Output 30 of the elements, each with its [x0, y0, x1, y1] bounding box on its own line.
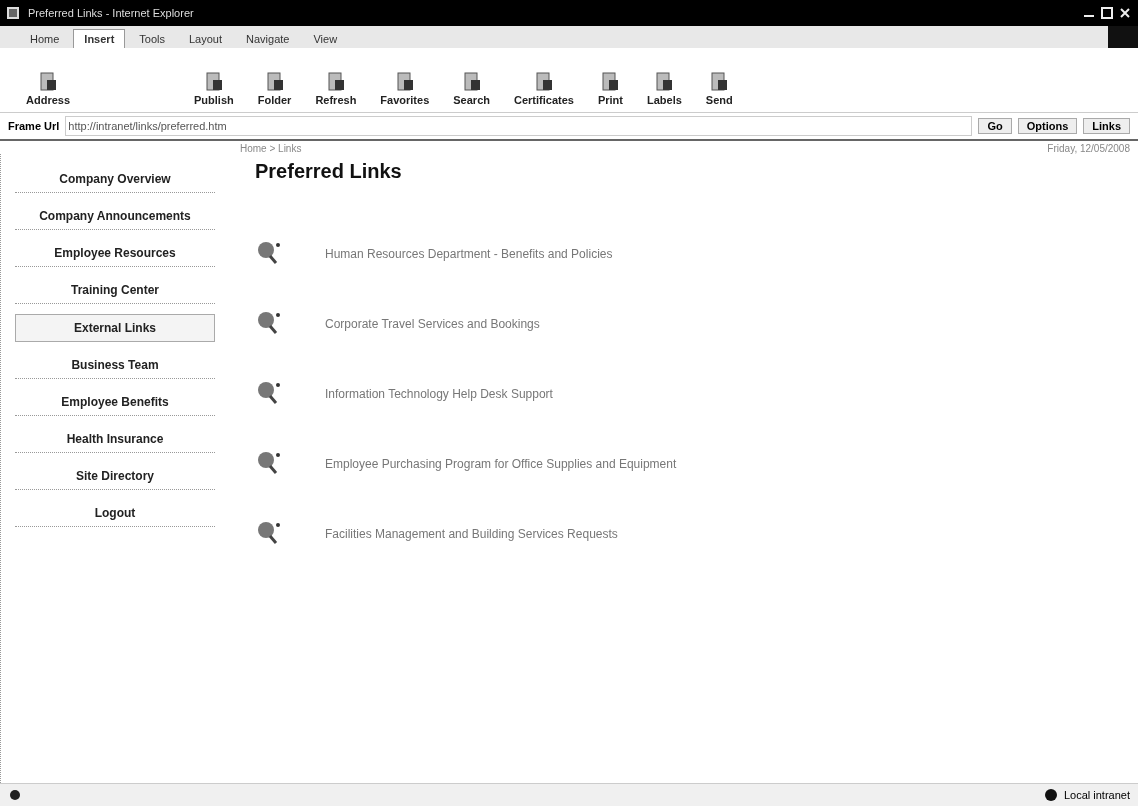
- ribbon-corner-panel: [1108, 26, 1138, 48]
- nav-link[interactable]: Training Center: [15, 277, 215, 304]
- link-text[interactable]: Facilities Management and Building Services Requests: [325, 527, 618, 541]
- nav-link[interactable]: External Links: [15, 314, 215, 342]
- toolbar-button[interactable]: Links: [1083, 118, 1130, 134]
- page-heading: Preferred Links: [255, 160, 403, 183]
- window-title: Preferred Links - Internet Explorer: [28, 7, 194, 19]
- link-text[interactable]: Corporate Travel Services and Bookings: [325, 317, 540, 331]
- date-text: Friday, 12/05/2008: [1047, 143, 1130, 154]
- address-field[interactable]: http://intranet/links/preferred.htm: [65, 116, 973, 136]
- nav-link[interactable]: Business Team: [15, 352, 215, 379]
- app-icon: [6, 6, 20, 20]
- nav-link[interactable]: Logout: [15, 500, 215, 527]
- ribbon-tab[interactable]: Insert: [73, 29, 126, 48]
- link-text[interactable]: Employee Purchasing Program for Office Supplies and Equipment: [325, 457, 677, 471]
- status-zone: Local intranet: [1063, 789, 1130, 801]
- close-icon[interactable]: [1118, 6, 1132, 20]
- nav-link[interactable]: Company Overview: [15, 166, 215, 193]
- nav-link[interactable]: Employee Benefits: [15, 389, 215, 416]
- nav-link[interactable]: Health Insurance: [15, 426, 215, 453]
- toolbar-button[interactable]: Options: [1017, 118, 1078, 134]
- link-text[interactable]: Human Resources Department - Benefits and Policies: [325, 247, 613, 261]
- breadcrumb: Home > Links: [240, 143, 302, 154]
- nav-link[interactable]: Site Directory: [15, 463, 215, 490]
- toolbar-button[interactable]: Go: [978, 118, 1012, 134]
- link-text[interactable]: Information Technology Help Desk Support: [325, 387, 553, 401]
- address-label: Frame Url: [8, 120, 60, 132]
- nav-link[interactable]: Company Announcements: [15, 203, 215, 230]
- nav-link[interactable]: Employee Resources: [15, 240, 215, 267]
- maximize-icon[interactable]: [1100, 6, 1114, 20]
